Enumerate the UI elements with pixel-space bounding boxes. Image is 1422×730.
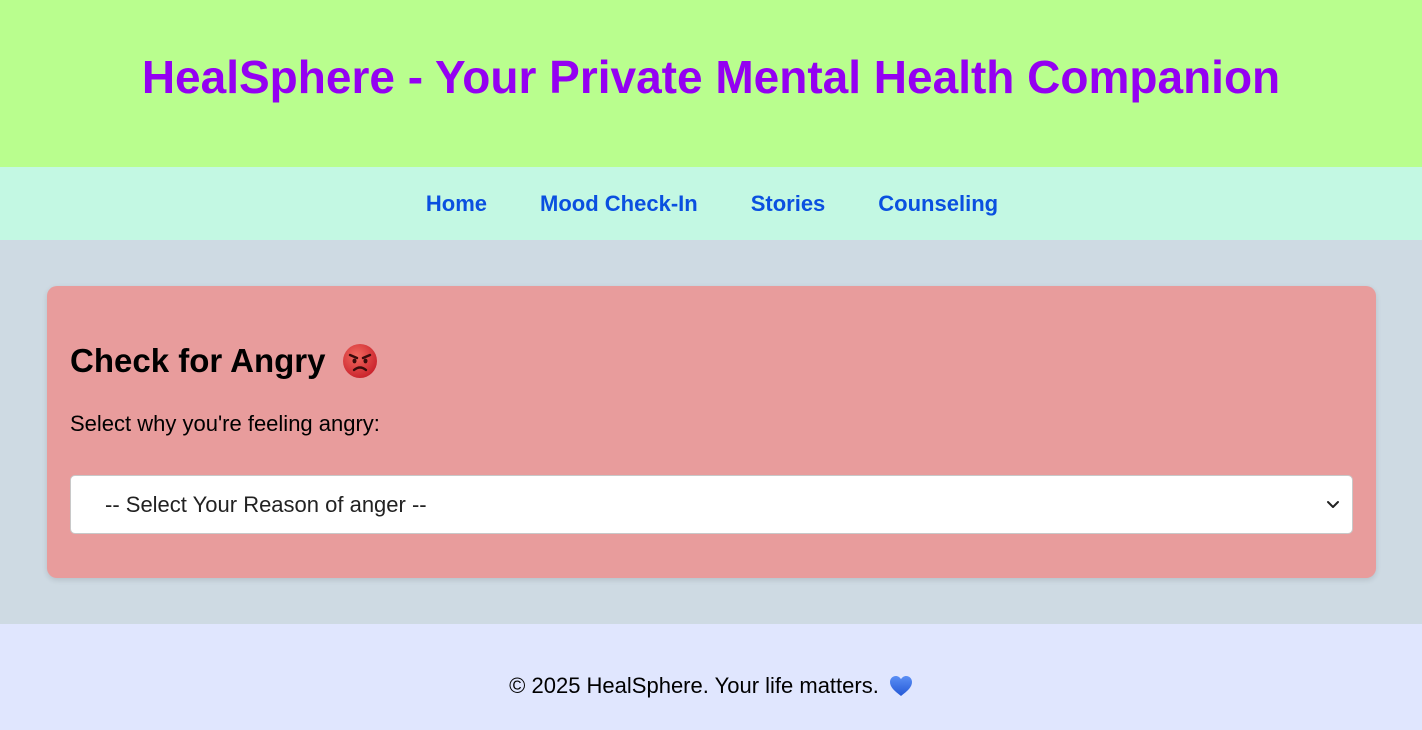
chevron-down-icon	[1327, 500, 1339, 508]
nav-item-stories[interactable]: Stories	[751, 191, 826, 217]
anger-reason-select[interactable]: -- Select Your Reason of anger --	[70, 475, 1353, 534]
blue-heart-icon	[889, 676, 912, 696]
mood-check-card: Check for Angry Select why you're feelin…	[47, 286, 1376, 578]
reason-prompt: Select why you're feeling angry:	[70, 411, 380, 436]
main-content: Check for Angry Select why you're feelin…	[0, 240, 1422, 624]
card-heading: Check for Angry	[70, 342, 378, 380]
page-title: HealSphere - Your Private Mental Health …	[141, 50, 1281, 103]
anger-reason-select-value: -- Select Your Reason of anger --	[105, 491, 427, 517]
footer-copyright: © 2025 HealSphere. Your life matters.	[509, 673, 879, 698]
nav-item-home[interactable]: Home	[426, 191, 487, 217]
nav-item-mood-check-in[interactable]: Mood Check-In	[540, 191, 698, 217]
angry-face-icon	[342, 344, 377, 378]
site-footer: © 2025 HealSphere. Your life matters.	[0, 624, 1422, 730]
card-heading-text: Check for Angry	[70, 342, 326, 379]
main-nav: Home Mood Check-In Stories Counseling	[0, 167, 1422, 240]
site-header: HealSphere - Your Private Mental Health …	[0, 0, 1422, 167]
footer-text: © 2025 HealSphere. Your life matters.	[509, 673, 913, 699]
nav-item-counseling[interactable]: Counseling	[878, 191, 998, 217]
